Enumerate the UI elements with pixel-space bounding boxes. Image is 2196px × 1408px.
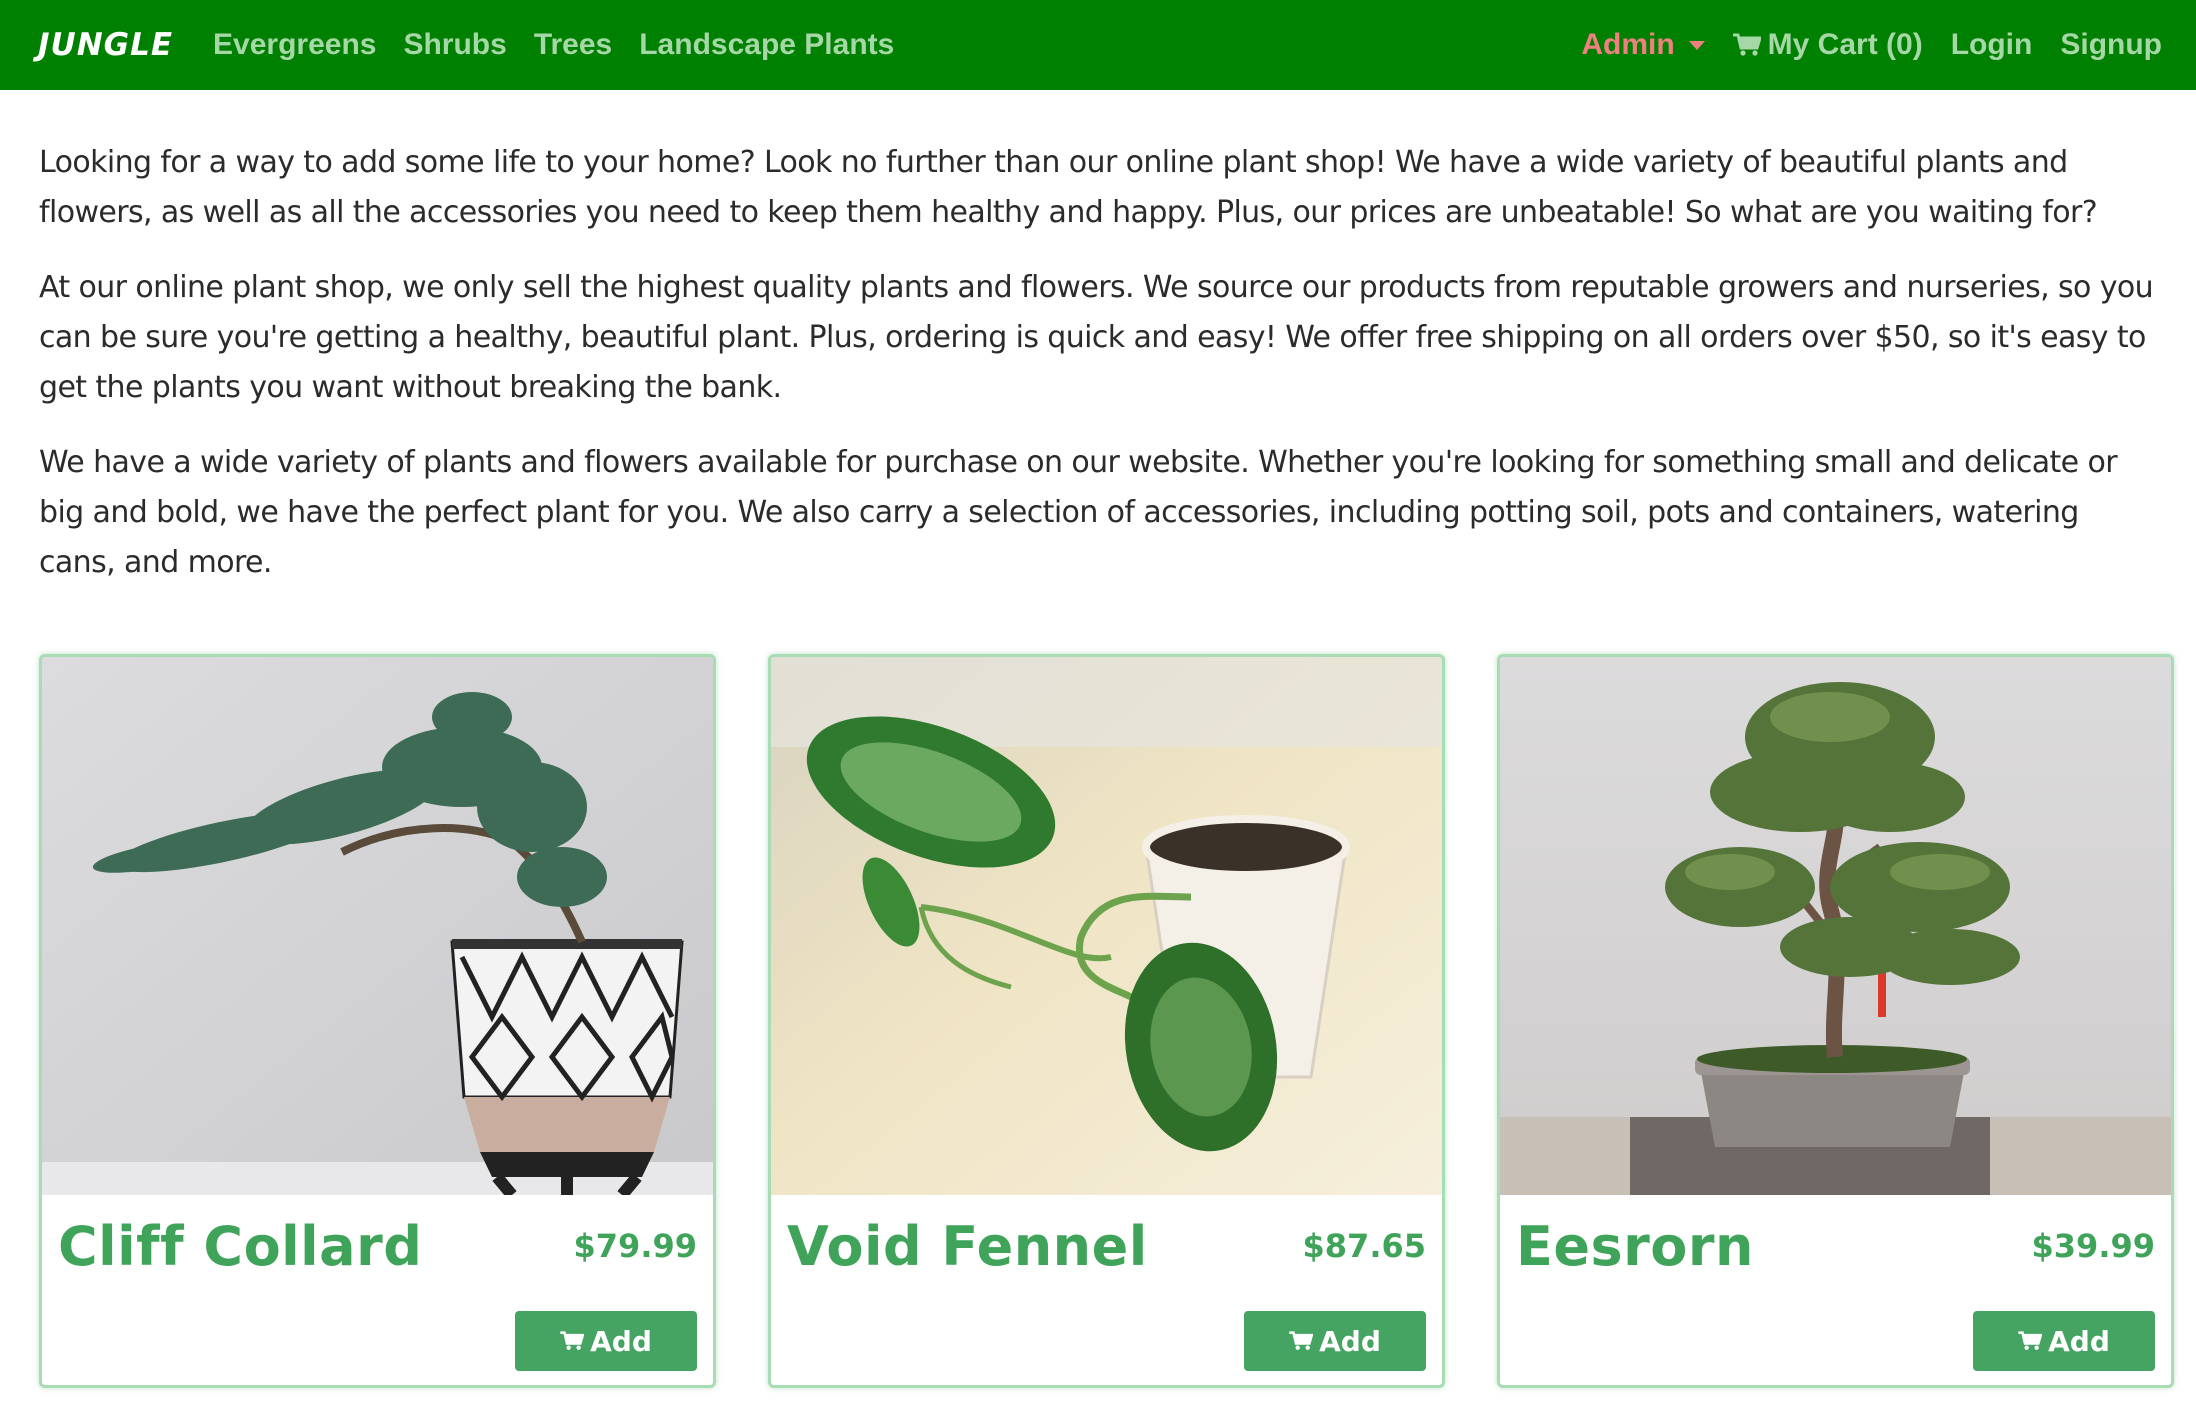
product-image — [1500, 657, 2171, 1195]
intro-paragraph: Looking for a way to add some life to yo… — [39, 145, 2098, 230]
shopping-cart-icon — [2018, 1331, 2043, 1350]
product-name[interactable]: Cliff Collard — [58, 1215, 422, 1278]
product-price: $79.99 — [573, 1227, 697, 1265]
add-to-cart-button[interactable]: Add — [515, 1311, 697, 1371]
product-card: Eesrorn $39.99 Add — [1497, 654, 2174, 1388]
product-name[interactable]: Eesrorn — [1516, 1215, 1754, 1278]
add-button-label: Add — [1319, 1324, 1381, 1358]
signup-link[interactable]: Signup — [2060, 28, 2162, 62]
intro-paragraph: We have a wide variety of plants and flo… — [39, 445, 2118, 580]
shopping-cart-icon — [1289, 1331, 1314, 1350]
product-grid: Cliff Collard $79.99 Add Void Fennel $87… — [39, 654, 2174, 1388]
shopping-cart-icon — [560, 1331, 585, 1350]
nav-link-evergreens[interactable]: Evergreens — [213, 28, 376, 62]
add-button-label: Add — [2048, 1324, 2110, 1358]
product-image — [42, 657, 713, 1195]
nav-right: Admin My Cart (0) Login Signup — [1553, 28, 2162, 62]
add-to-cart-button[interactable]: Add — [1973, 1311, 2155, 1371]
product-image — [771, 657, 1442, 1195]
login-link[interactable]: Login — [1951, 28, 2033, 62]
product-price: $87.65 — [1302, 1227, 1426, 1265]
intro-paragraph: At our online plant shop, we only sell t… — [39, 270, 2154, 405]
product-price: $39.99 — [2031, 1227, 2155, 1265]
nav-link-landscape-plants[interactable]: Landscape Plants — [639, 28, 894, 62]
product-card: Cliff Collard $79.99 Add — [39, 654, 716, 1388]
nav-link-shrubs[interactable]: Shrubs — [403, 28, 506, 62]
add-button-label: Add — [590, 1324, 652, 1358]
nav-link-trees[interactable]: Trees — [534, 28, 612, 62]
shopping-cart-icon — [1732, 33, 1761, 56]
add-to-cart-button[interactable]: Add — [1244, 1311, 1426, 1371]
caret-down-icon — [1688, 40, 1705, 50]
cart-label: My Cart (0) — [1767, 28, 1923, 61]
nav-links: Evergreens Shrubs Trees Landscape Plants — [213, 28, 921, 62]
my-cart-link[interactable]: My Cart (0) — [1732, 28, 1923, 62]
navbar: JUNGLE Evergreens Shrubs Trees Landscape… — [0, 0, 2196, 90]
product-name[interactable]: Void Fennel — [787, 1215, 1148, 1278]
admin-dropdown[interactable]: Admin — [1581, 28, 1705, 62]
admin-label: Admin — [1581, 28, 1675, 61]
product-card: Void Fennel $87.65 Add — [768, 654, 1445, 1388]
brand-logo[interactable]: JUNGLE — [38, 27, 173, 63]
intro-section: Looking for a way to add some life to yo… — [0, 90, 2196, 588]
